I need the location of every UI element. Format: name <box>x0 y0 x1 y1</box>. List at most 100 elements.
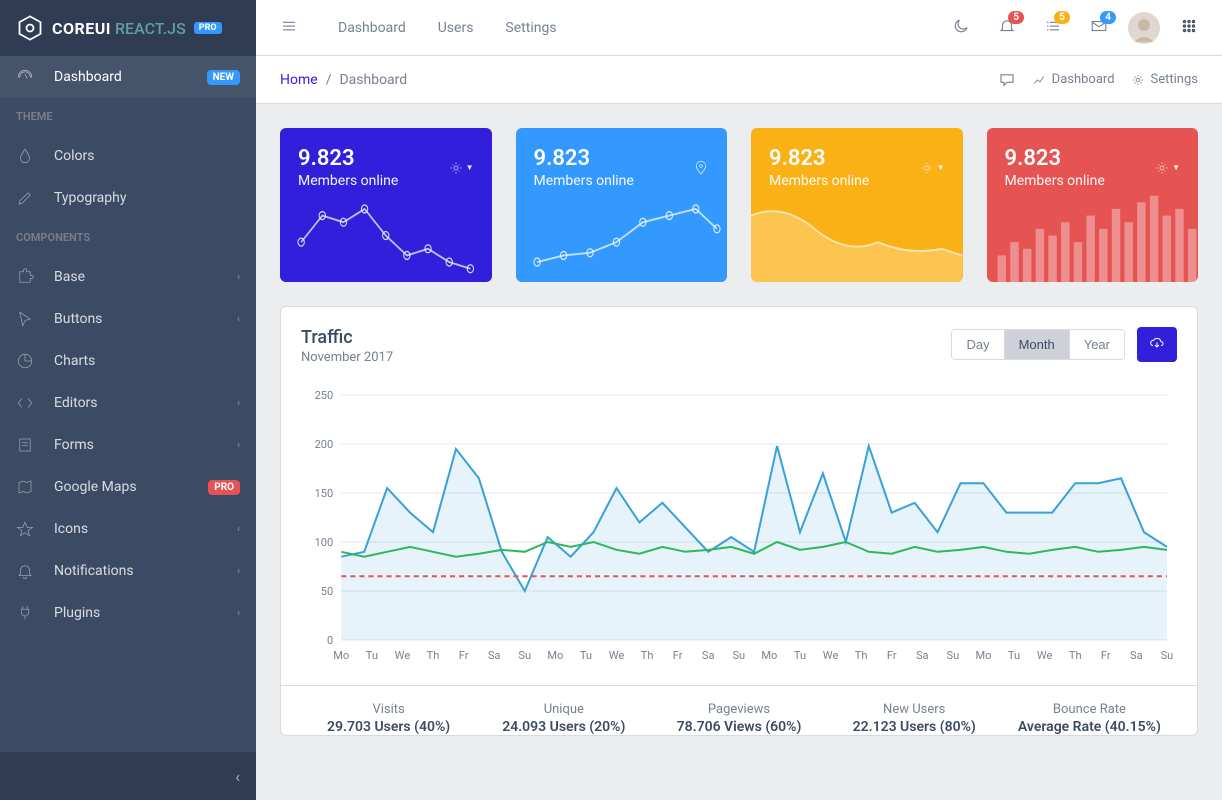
widget-bars <box>987 189 1199 282</box>
chevron-left-icon: ‹ <box>237 314 240 325</box>
widget-dropdown[interactable]: ▼ <box>448 146 474 189</box>
widget-value: 9.823 <box>298 146 398 171</box>
messages-button[interactable]: 4 <box>1082 9 1116 47</box>
btn-year[interactable]: Year <box>1069 330 1124 359</box>
cloud-download-icon <box>1149 335 1165 351</box>
btn-day[interactable]: Day <box>952 330 1003 359</box>
header-link-settings[interactable]: Settings <box>489 12 572 44</box>
widget-label: Members online <box>1005 173 1105 189</box>
subheader-speech-button[interactable] <box>998 71 1016 89</box>
brand-logo-icon <box>16 14 44 42</box>
footer-stat-value: 29.703 Users (40%) <box>301 719 476 735</box>
widget-area <box>751 189 963 282</box>
svg-text:Fr: Fr <box>1101 649 1111 662</box>
widget-dropdown[interactable]: ▼ <box>919 146 945 189</box>
drop-icon <box>16 147 34 165</box>
chart-icon <box>16 352 34 370</box>
pro-badge: PRO <box>208 480 240 495</box>
sidebar-item-plugins[interactable]: Plugins ‹ <box>0 592 256 634</box>
footer-stat-label: Visits <box>301 702 476 717</box>
svg-text:Mo: Mo <box>761 649 777 662</box>
svg-text:Sa: Sa <box>916 649 929 662</box>
gear-icon <box>1131 73 1145 87</box>
sidebar-label: Editors <box>54 395 98 411</box>
svg-text:0: 0 <box>327 634 333 647</box>
apps-button[interactable] <box>1172 9 1206 47</box>
sidebar-label: Notifications <box>54 563 134 579</box>
sidebar-item-editors[interactable]: Editors ‹ <box>0 382 256 424</box>
download-button[interactable] <box>1137 327 1177 362</box>
svg-text:Fr: Fr <box>459 649 469 662</box>
sidebar-label: Base <box>54 269 85 285</box>
brand-pro-badge: PRO <box>194 22 222 34</box>
breadcrumb-sep: / <box>326 72 332 88</box>
location-icon <box>693 160 709 176</box>
svg-text:Th: Th <box>641 649 654 662</box>
menu-toggle-button[interactable] <box>272 9 306 47</box>
svg-text:Mo: Mo <box>333 649 349 662</box>
svg-text:Sa: Sa <box>488 649 501 662</box>
svg-text:Mo: Mo <box>547 649 563 662</box>
gear-icon <box>1154 160 1170 176</box>
widget-members-1: 9.823 Members online ▼ <box>280 128 492 282</box>
footer-stat-label: New Users <box>827 702 1002 717</box>
sidebar-minimizer[interactable]: ‹ <box>0 752 256 800</box>
footer-stat-label: Unique <box>476 702 651 717</box>
svg-text:250: 250 <box>315 389 334 402</box>
widget-sparkline <box>516 189 728 282</box>
sidebar-item-forms[interactable]: Forms ‹ <box>0 424 256 466</box>
sidebar-item-icons[interactable]: Icons ‹ <box>0 508 256 550</box>
star-icon <box>16 520 34 538</box>
tasks-button[interactable]: 5 <box>1036 9 1070 47</box>
widget-members-4: 9.823 Members online ▼ <box>987 128 1199 282</box>
subheader-dashboard-link[interactable]: Dashboard <box>1032 72 1115 87</box>
chevron-left-icon: ‹ <box>237 440 240 451</box>
header-link-users[interactable]: Users <box>422 12 490 44</box>
widget-members-2: 9.823 Members online <box>516 128 728 282</box>
svg-text:We: We <box>609 649 625 662</box>
footer-stat: Visits 29.703 Users (40%) <box>301 702 476 735</box>
svg-text:50: 50 <box>321 585 333 598</box>
brand[interactable]: COREUI REACT.JS PRO <box>0 0 256 56</box>
notifications-button[interactable]: 5 <box>990 9 1024 47</box>
btn-month[interactable]: Month <box>1004 330 1069 359</box>
notes-icon <box>16 436 34 454</box>
caret-down-icon: ▼ <box>937 163 945 172</box>
speech-icon <box>998 71 1016 89</box>
sidebar-label: Google Maps <box>54 479 137 495</box>
widget-pin[interactable] <box>693 146 709 189</box>
graph-icon <box>1032 73 1046 87</box>
subheader-settings-link[interactable]: Settings <box>1131 72 1198 87</box>
chevron-left-icon: ‹ <box>237 566 240 577</box>
menu-icon <box>280 17 298 35</box>
user-avatar[interactable] <box>1128 12 1160 44</box>
widget-value: 9.823 <box>534 146 634 171</box>
sidebar-item-notifications[interactable]: Notifications ‹ <box>0 550 256 592</box>
sidebar-item-buttons[interactable]: Buttons ‹ <box>0 298 256 340</box>
sidebar-item-gmaps[interactable]: Google Maps PRO <box>0 466 256 508</box>
footer-stat-value: 78.706 Views (60%) <box>651 719 826 735</box>
sidebar-item-dashboard[interactable]: Dashboard NEW <box>0 56 256 98</box>
sidebar-item-charts[interactable]: Charts <box>0 340 256 382</box>
widget-label: Members online <box>298 173 398 189</box>
svg-text:Tu: Tu <box>1008 649 1020 662</box>
chevron-left-icon: ‹ <box>237 272 240 283</box>
breadcrumb-home[interactable]: Home <box>280 72 318 88</box>
sidebar-item-typography[interactable]: Typography <box>0 177 256 219</box>
svg-text:Tu: Tu <box>366 649 378 662</box>
header-nav: Dashboard Users Settings <box>322 12 573 44</box>
widget-label: Members online <box>534 173 634 189</box>
badge-count: 5 <box>1008 11 1024 24</box>
widget-dropdown[interactable]: ▼ <box>1154 146 1180 189</box>
svg-text:Su: Su <box>518 649 531 662</box>
traffic-title: Traffic <box>301 327 393 348</box>
header-link-dashboard[interactable]: Dashboard <box>322 12 422 44</box>
footer-stat: New Users22.123 Users (80%) <box>827 702 1002 735</box>
sidebar-item-colors[interactable]: Colors <box>0 135 256 177</box>
sidebar-item-base[interactable]: Base ‹ <box>0 256 256 298</box>
svg-text:Su: Su <box>732 649 745 662</box>
footer-stat-label: Bounce Rate <box>1002 702 1177 717</box>
svg-text:Fr: Fr <box>887 649 897 662</box>
theme-toggle-button[interactable] <box>944 9 978 47</box>
chevron-left-icon: ‹ <box>235 767 240 786</box>
